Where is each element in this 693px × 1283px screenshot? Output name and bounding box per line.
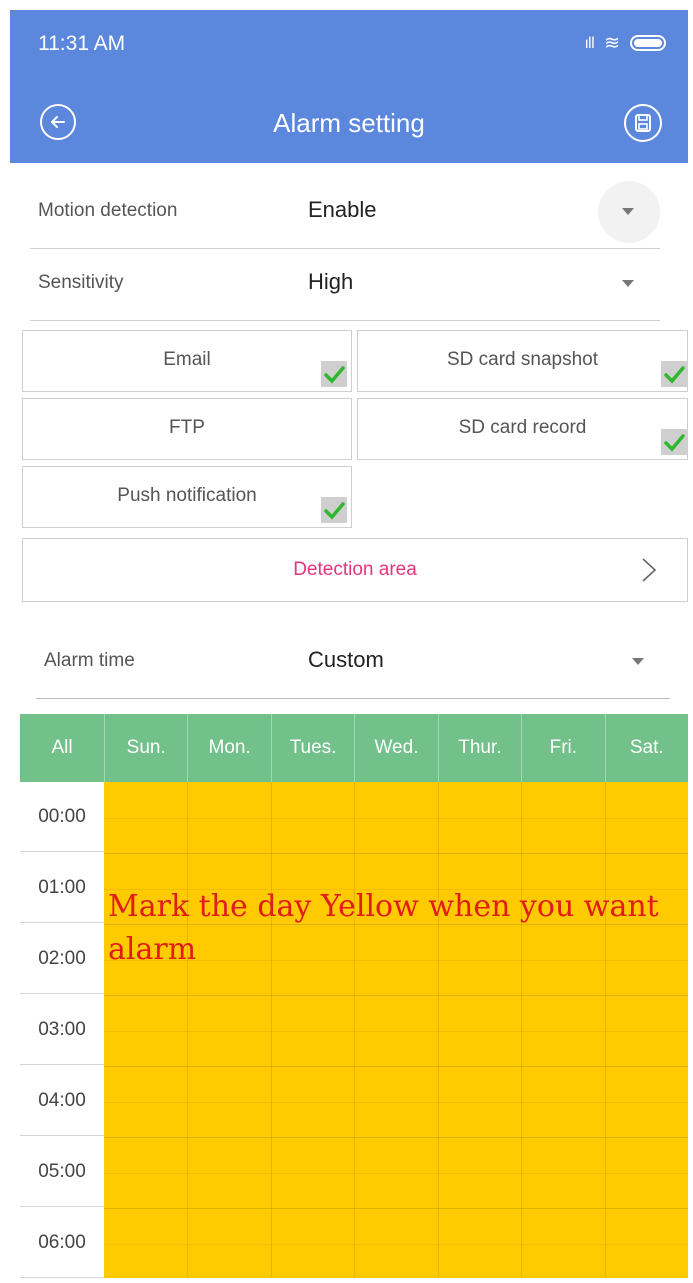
checkbox-checked-icon[interactable] bbox=[321, 497, 347, 523]
app-screen: 11:31 AM ıll ≋ Alarm setting Motion dete… bbox=[10, 10, 688, 1278]
option-ftp[interactable]: FTP bbox=[22, 398, 352, 460]
selected-schedule-cells[interactable] bbox=[104, 782, 688, 1278]
time-label[interactable]: 00:00 bbox=[20, 782, 104, 852]
grid-column-line bbox=[354, 782, 355, 1278]
grid-column-line bbox=[521, 782, 522, 1278]
time-label[interactable]: 05:00 bbox=[20, 1137, 104, 1207]
alarm-time-label: Alarm time bbox=[44, 650, 135, 671]
chevron-down-icon[interactable] bbox=[622, 280, 634, 287]
grid-row-line bbox=[104, 818, 688, 819]
alarm-time-row[interactable]: Alarm time Custom bbox=[36, 628, 670, 699]
chevron-right-icon bbox=[642, 558, 657, 582]
option-email[interactable]: Email bbox=[22, 330, 352, 392]
wifi-icon: ≋ bbox=[604, 32, 620, 54]
motion-detection-value[interactable]: Enable bbox=[308, 197, 377, 223]
option-push-label: Push notification bbox=[117, 485, 257, 506]
day-header-thu[interactable]: Thur. bbox=[439, 714, 523, 782]
option-email-label: Email bbox=[163, 349, 211, 370]
day-header-sat[interactable]: Sat. bbox=[606, 714, 688, 782]
time-label[interactable]: 03:00 bbox=[20, 995, 104, 1065]
day-header-tue[interactable]: Tues. bbox=[272, 714, 356, 782]
grid-row-line bbox=[104, 1208, 688, 1209]
grid-row-line bbox=[104, 1137, 688, 1138]
schedule-header: All Sun. Mon. Tues. Wed. Thur. Fri. Sat. bbox=[20, 714, 688, 782]
checkbox-checked-icon[interactable] bbox=[321, 361, 347, 387]
grid-column-line bbox=[438, 782, 439, 1278]
grid-row-line bbox=[104, 853, 688, 854]
time-label[interactable]: 04:00 bbox=[20, 1066, 104, 1136]
detection-area-button[interactable]: Detection area bbox=[22, 538, 688, 602]
chevron-down-icon[interactable] bbox=[632, 658, 644, 665]
grid-row-line bbox=[104, 1173, 688, 1174]
grid-row-line bbox=[104, 1066, 688, 1067]
grid-row-line bbox=[104, 1031, 688, 1032]
grid-row-line bbox=[104, 1244, 688, 1245]
app-bar: 11:31 AM ıll ≋ Alarm setting bbox=[10, 10, 688, 163]
day-header-wed[interactable]: Wed. bbox=[355, 714, 439, 782]
day-header-mon[interactable]: Mon. bbox=[188, 714, 272, 782]
time-label[interactable]: 02:00 bbox=[20, 924, 104, 994]
grid-row-line bbox=[104, 995, 688, 996]
alarm-time-value[interactable]: Custom bbox=[308, 647, 384, 673]
grid-column-line bbox=[605, 782, 606, 1278]
option-ftp-label: FTP bbox=[169, 417, 205, 438]
option-sd-record[interactable]: SD card record bbox=[357, 398, 688, 460]
checkbox-checked-icon[interactable] bbox=[661, 361, 687, 387]
battery-icon bbox=[630, 35, 666, 51]
time-label[interactable]: 06:00 bbox=[20, 1208, 104, 1278]
sensitivity-label: Sensitivity bbox=[38, 272, 124, 293]
option-sd-snapshot-label: SD card snapshot bbox=[446, 349, 599, 370]
sensitivity-row[interactable]: Sensitivity High bbox=[30, 250, 660, 321]
save-icon bbox=[635, 114, 651, 132]
option-push-notification[interactable]: Push notification bbox=[22, 466, 352, 528]
status-time: 11:31 AM bbox=[38, 32, 126, 55]
status-icons: ıll ≋ bbox=[585, 32, 666, 54]
time-column: 00:00 01:00 02:00 03:00 04:00 05:00 06:0… bbox=[20, 782, 105, 1278]
motion-detection-label: Motion detection bbox=[38, 200, 178, 221]
option-sd-snapshot[interactable]: SD card snapshot bbox=[357, 330, 688, 392]
grid-column-line bbox=[187, 782, 188, 1278]
day-header-fri[interactable]: Fri. bbox=[522, 714, 606, 782]
grid-column-line bbox=[271, 782, 272, 1278]
schedule-all-button[interactable]: All bbox=[20, 714, 105, 782]
day-header-sun[interactable]: Sun. bbox=[105, 714, 189, 782]
checkbox-checked-icon[interactable] bbox=[661, 429, 687, 455]
schedule-grid[interactable]: 00:00 01:00 02:00 03:00 04:00 05:00 06:0… bbox=[20, 782, 688, 1278]
signal-icon: ıll bbox=[584, 34, 595, 52]
detection-area-label: Detection area bbox=[293, 559, 417, 580]
chevron-down-icon[interactable] bbox=[622, 208, 634, 215]
time-label[interactable]: 01:00 bbox=[20, 853, 104, 923]
grid-row-line bbox=[104, 1102, 688, 1103]
annotation-text: Mark the day Yellow when you want alarm bbox=[108, 889, 659, 967]
save-button[interactable] bbox=[624, 104, 662, 142]
motion-detection-row[interactable]: Motion detection Enable bbox=[30, 178, 660, 249]
page-title: Alarm setting bbox=[273, 108, 425, 138]
sensitivity-value[interactable]: High bbox=[308, 269, 353, 295]
option-sd-record-label: SD card record bbox=[458, 417, 587, 438]
